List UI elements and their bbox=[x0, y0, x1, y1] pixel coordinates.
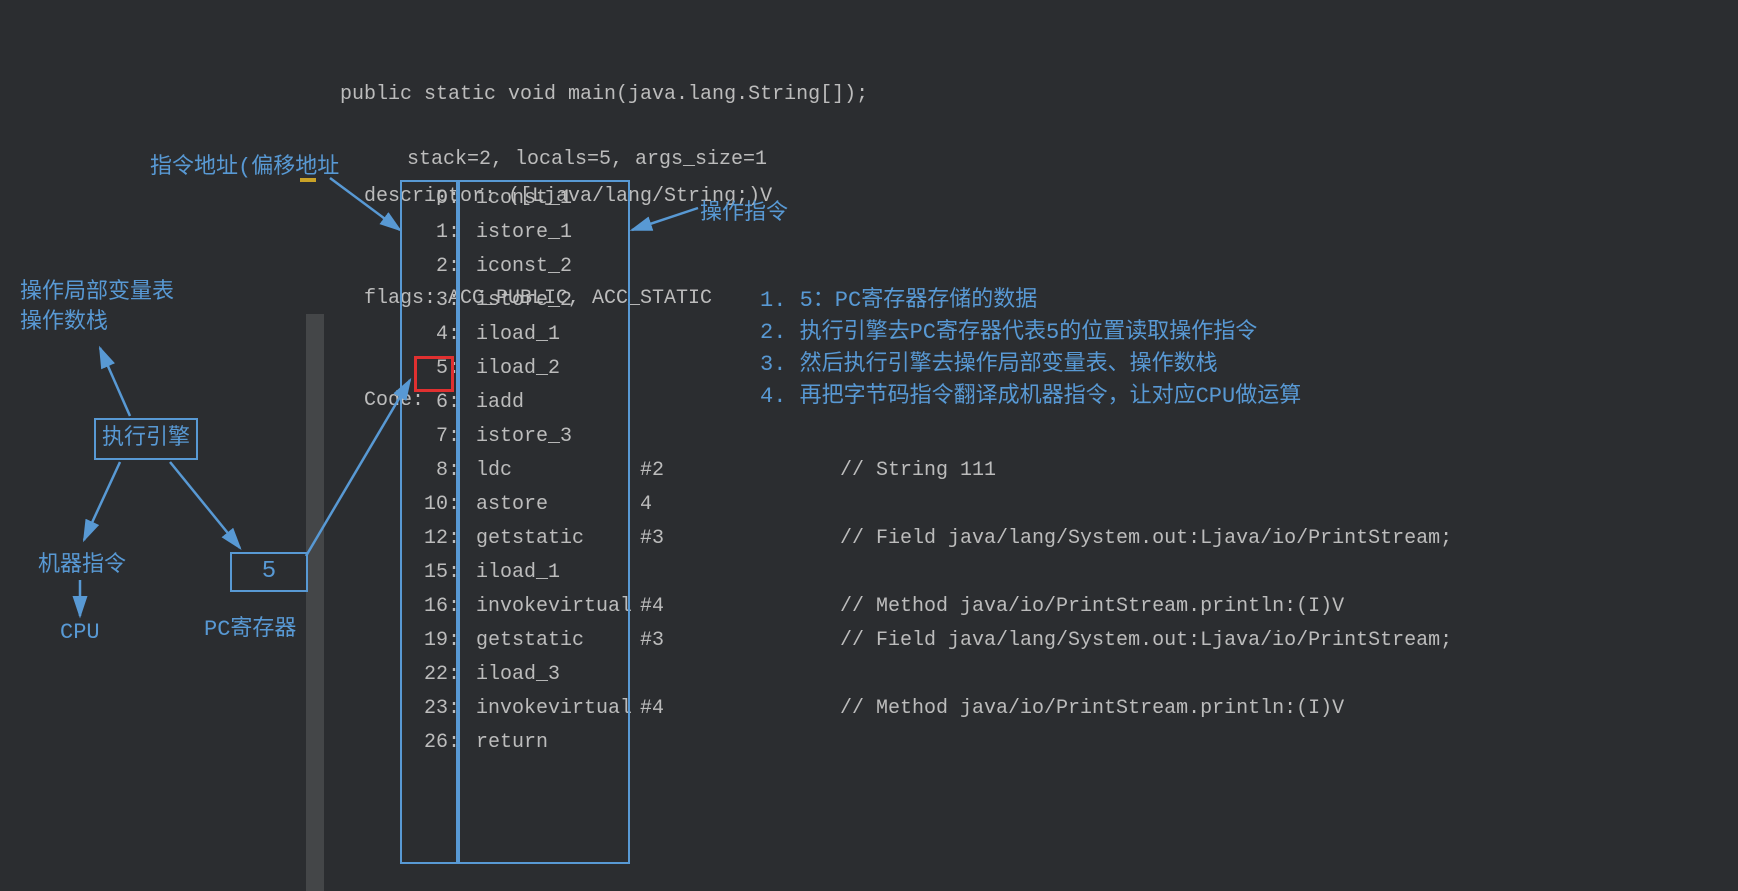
stack-info: stack=2, locals=5, args_size=1 bbox=[407, 148, 767, 171]
instruction-comment: // Field java/lang/System.out:Ljava/io/P… bbox=[840, 527, 1452, 550]
pc-register-label: PC寄存器 bbox=[204, 610, 296, 642]
instruction-address: 10 bbox=[404, 488, 448, 522]
colon: : bbox=[448, 595, 476, 618]
instruction-opcode: getstatic bbox=[476, 624, 640, 658]
colon: : bbox=[448, 629, 476, 652]
instruction-row: 7: istore_3 bbox=[404, 420, 1452, 454]
execution-engine-box: 执行引擎 bbox=[94, 418, 198, 460]
note-2: 2. 执行引擎去PC寄存器代表5的位置读取操作指令 bbox=[760, 317, 1301, 349]
instruction-arg: 4 bbox=[640, 488, 840, 522]
note-1: 1. 5：PC寄存器存储的数据 bbox=[760, 285, 1301, 317]
address-label: 指令地址(偏移地址 bbox=[150, 148, 339, 180]
instruction-opcode: astore bbox=[476, 488, 640, 522]
note-3: 3. 然后执行引擎去操作局部变量表、操作数栈 bbox=[760, 349, 1301, 381]
colon: : bbox=[448, 731, 476, 754]
colon: : bbox=[448, 255, 476, 278]
instruction-opcode: iconst_1 bbox=[476, 182, 640, 216]
instruction-row: 26: return bbox=[404, 726, 1452, 760]
instruction-row: 8: ldc#2// String 111 bbox=[404, 454, 1452, 488]
instruction-opcode: iload_3 bbox=[476, 658, 640, 692]
instruction-arg: #4 bbox=[640, 590, 840, 624]
instruction-address: 4 bbox=[404, 318, 448, 352]
colon: : bbox=[448, 391, 476, 414]
instruction-opcode: istore_2 bbox=[476, 284, 640, 318]
colon: : bbox=[448, 663, 476, 686]
lvt-label-line2: 操作数栈 bbox=[20, 308, 174, 338]
instruction-address: 5 bbox=[404, 352, 448, 386]
instruction-row: 12: getstatic#3// Field java/lang/System… bbox=[404, 522, 1452, 556]
instruction-opcode: iadd bbox=[476, 386, 640, 420]
instruction-row: 19: getstatic#3// Field java/lang/System… bbox=[404, 624, 1452, 658]
lvt-stack-label: 操作局部变量表 操作数栈 bbox=[20, 278, 174, 338]
instruction-comment: // Method java/io/PrintStream.println:(I… bbox=[840, 697, 1344, 720]
instruction-row: 1: istore_1 bbox=[404, 216, 1452, 250]
instruction-opcode: iload_2 bbox=[476, 352, 640, 386]
instruction-row: 22: iload_3 bbox=[404, 658, 1452, 692]
colon: : bbox=[448, 357, 476, 380]
instruction-address: 2 bbox=[404, 250, 448, 284]
instruction-arg: #3 bbox=[640, 624, 840, 658]
instruction-row: 10: astore4 bbox=[404, 488, 1452, 522]
instruction-opcode: invokevirtual bbox=[476, 590, 640, 624]
instruction-row: 15: iload_1 bbox=[404, 556, 1452, 590]
method-signature: public static void main(java.lang.String… bbox=[340, 78, 868, 112]
instruction-address: 15 bbox=[404, 556, 448, 590]
instruction-address: 3 bbox=[404, 284, 448, 318]
instruction-address: 23 bbox=[404, 692, 448, 726]
instruction-arg: #2 bbox=[640, 454, 840, 488]
instruction-row: 0: iconst_1 bbox=[404, 182, 1452, 216]
instruction-address: 22 bbox=[404, 658, 448, 692]
instruction-address: 1 bbox=[404, 216, 448, 250]
instruction-address: 0 bbox=[404, 182, 448, 216]
instruction-opcode: invokevirtual bbox=[476, 692, 640, 726]
instruction-opcode: ldc bbox=[476, 454, 640, 488]
cpu-label: CPU bbox=[60, 620, 100, 645]
colon: : bbox=[448, 187, 476, 210]
caret-marker-icon bbox=[300, 178, 316, 182]
annotation-notes: 1. 5：PC寄存器存储的数据 2. 执行引擎去PC寄存器代表5的位置读取操作指… bbox=[760, 285, 1301, 413]
instruction-address: 8 bbox=[404, 454, 448, 488]
colon: : bbox=[448, 561, 476, 584]
instruction-address: 12 bbox=[404, 522, 448, 556]
instruction-comment: // String 111 bbox=[840, 459, 996, 482]
colon: : bbox=[448, 425, 476, 448]
pc-register-box: 5 bbox=[230, 552, 308, 592]
instruction-address: 19 bbox=[404, 624, 448, 658]
instruction-opcode: iconst_2 bbox=[476, 250, 640, 284]
instruction-row: 2: iconst_2 bbox=[404, 250, 1452, 284]
colon: : bbox=[448, 697, 476, 720]
instruction-address: 26 bbox=[404, 726, 448, 760]
instruction-arg: #3 bbox=[640, 522, 840, 556]
lvt-label-line1: 操作局部变量表 bbox=[20, 278, 174, 308]
colon: : bbox=[448, 289, 476, 312]
instruction-opcode: return bbox=[476, 726, 640, 760]
instruction-address: 16 bbox=[404, 590, 448, 624]
instruction-row: 23: invokevirtual#4// Method java/io/Pri… bbox=[404, 692, 1452, 726]
instruction-opcode: iload_1 bbox=[476, 556, 640, 590]
colon: : bbox=[448, 527, 476, 550]
instruction-opcode: istore_3 bbox=[476, 420, 640, 454]
colon: : bbox=[448, 493, 476, 516]
instruction-opcode: istore_1 bbox=[476, 216, 640, 250]
note-4: 4. 再把字节码指令翻译成机器指令，让对应CPU做运算 bbox=[760, 381, 1301, 413]
machine-instruction-label: 机器指令 bbox=[38, 546, 126, 578]
instruction-opcode: getstatic bbox=[476, 522, 640, 556]
instruction-row: 16: invokevirtual#4// Method java/io/Pri… bbox=[404, 590, 1452, 624]
instruction-opcode: iload_1 bbox=[476, 318, 640, 352]
instruction-address: 7 bbox=[404, 420, 448, 454]
colon: : bbox=[448, 221, 476, 244]
colon: : bbox=[448, 323, 476, 346]
instruction-comment: // Field java/lang/System.out:Ljava/io/P… bbox=[840, 629, 1452, 652]
colon: : bbox=[448, 459, 476, 482]
editor-gutter bbox=[306, 314, 324, 891]
instruction-arg: #4 bbox=[640, 692, 840, 726]
instruction-address: 6 bbox=[404, 386, 448, 420]
instruction-comment: // Method java/io/PrintStream.println:(I… bbox=[840, 595, 1344, 618]
instruction-table: 0: iconst_11: istore_12: iconst_23: isto… bbox=[404, 182, 1452, 760]
